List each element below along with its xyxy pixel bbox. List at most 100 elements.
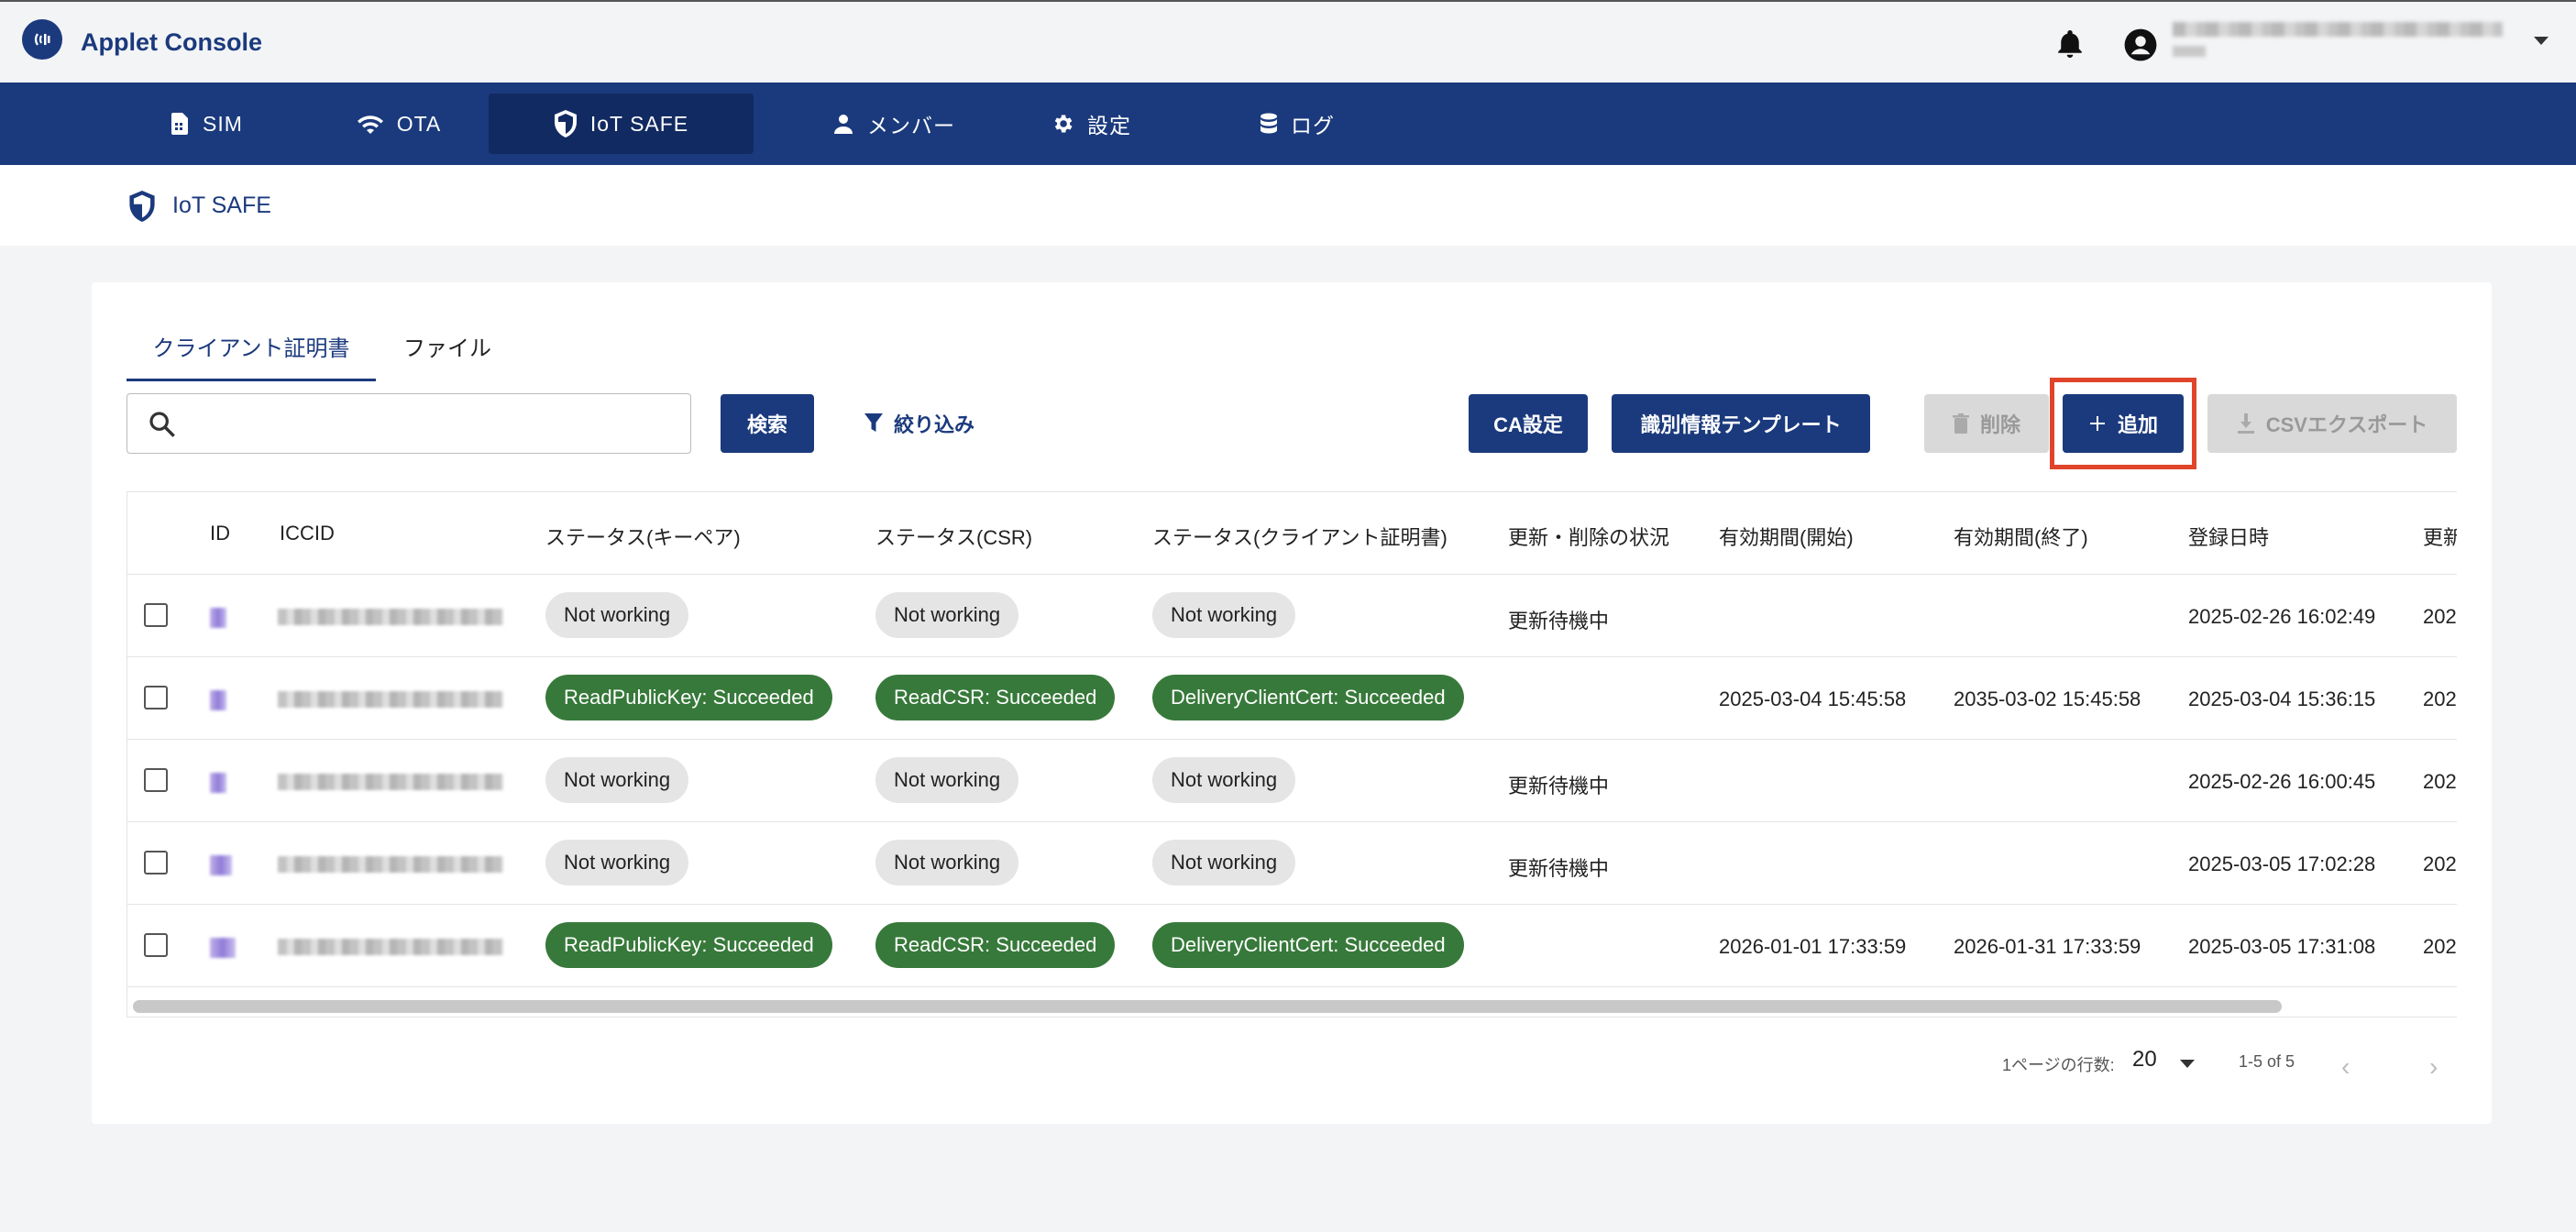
registered-at: 2025-03-05 17:02:28 xyxy=(2188,852,2376,875)
shield-icon xyxy=(554,110,577,138)
table-row[interactable]: Not working Not working Not working 更新待機… xyxy=(127,740,2457,822)
update-status: 更新待機中 xyxy=(1508,857,1610,880)
valid-end: 2026-01-31 17:33:59 xyxy=(1954,935,2141,958)
filter-icon xyxy=(864,413,883,432)
iccid-blurred xyxy=(278,939,503,955)
row-checkbox[interactable] xyxy=(144,768,168,792)
filter-label: 絞り込み xyxy=(893,413,974,436)
chevron-left-icon[interactable]: ‹ xyxy=(2341,1052,2350,1082)
nav-item-logs[interactable]: ログ xyxy=(1238,94,1357,154)
signal-icon xyxy=(34,33,50,46)
wifi-icon xyxy=(357,116,383,134)
chevron-right-icon[interactable]: › xyxy=(2429,1052,2438,1082)
column-header[interactable]: 登録日時 xyxy=(2188,522,2269,551)
column-header[interactable]: 更新・削除の状況 xyxy=(1508,522,1669,551)
table-row[interactable]: ReadPublicKey: Succeeded ReadCSR: Succee… xyxy=(127,905,2457,987)
tab-client-certificates[interactable]: クライアント証明書 xyxy=(127,330,376,381)
user-account-blurred[interactable] xyxy=(2173,22,2503,62)
update-status: 更新待機中 xyxy=(1508,610,1610,632)
bell-icon[interactable] xyxy=(2053,28,2086,60)
rows-per-page-label: 1ページの行数: xyxy=(2002,1056,2115,1074)
valid-start: 2025-03-04 15:45:58 xyxy=(1719,688,1907,710)
column-header[interactable]: ステータス(キーペア) xyxy=(545,522,741,551)
id-blurred xyxy=(210,773,226,793)
search-button[interactable]: 検索 xyxy=(721,394,814,453)
pagination-range: 1-5 of 5 xyxy=(2239,1052,2295,1071)
nav-label: OTA xyxy=(396,111,442,136)
status-cert-chip: Not working xyxy=(1152,592,1296,638)
updated-at: 202 xyxy=(2423,935,2457,958)
table-row[interactable]: Not working Not working Not working 更新待機… xyxy=(127,822,2457,905)
table-row[interactable]: Not working Not working Not working 更新待機… xyxy=(127,575,2457,657)
table-header-row: ID ICCID ステータス(キーペア) ステータス(CSR) ステータス(クラ… xyxy=(127,492,2457,575)
status-cert-chip: Not working xyxy=(1152,757,1296,803)
column-header[interactable]: 更新 xyxy=(2423,522,2457,551)
add-button[interactable]: 追加 xyxy=(2063,394,2184,453)
delete-button[interactable]: 削除 xyxy=(1924,394,2049,453)
row-checkbox[interactable] xyxy=(144,603,168,627)
status-keypair-chip: ReadPublicKey: Succeeded xyxy=(545,922,832,968)
updated-at: 202 xyxy=(2423,605,2457,628)
search-icon xyxy=(149,412,175,437)
column-header[interactable]: ステータス(CSR) xyxy=(875,522,1032,551)
status-keypair-chip: Not working xyxy=(545,592,689,638)
column-header[interactable]: ICCID xyxy=(280,522,335,545)
status-csr-chip: Not working xyxy=(875,592,1019,638)
nav-item-sim[interactable]: SIM xyxy=(138,94,275,154)
csv-export-button[interactable]: CSVエクスポート xyxy=(2207,394,2457,453)
horizontal-scrollbar[interactable] xyxy=(133,1000,2282,1013)
id-blurred xyxy=(210,608,226,628)
search-field[interactable] xyxy=(127,393,691,454)
iccid-blurred xyxy=(278,856,503,873)
id-blurred xyxy=(210,855,232,875)
download-icon xyxy=(2237,413,2254,434)
add-label: 追加 xyxy=(2117,413,2158,436)
trash-icon xyxy=(1952,413,1969,434)
row-checkbox[interactable] xyxy=(144,686,168,710)
update-status: 更新待機中 xyxy=(1508,775,1610,798)
id-template-button[interactable]: 識別情報テンプレート xyxy=(1612,394,1870,453)
tab-files[interactable]: ファイル xyxy=(403,330,491,379)
content-card: クライアント証明書 ファイル 検索 絞り込み CA設定 識別情報テンプレート 削… xyxy=(92,282,2492,1124)
account-circle-icon[interactable] xyxy=(2123,28,2158,62)
column-header[interactable]: 有効期間(開始) xyxy=(1719,522,1854,551)
nav-item-iot-safe[interactable]: IoT SAFE xyxy=(489,94,754,154)
table-row[interactable]: ReadPublicKey: Succeeded ReadCSR: Succee… xyxy=(127,657,2457,740)
rows-per-page-select[interactable]: 20 xyxy=(2132,1047,2157,1072)
chevron-down-icon[interactable] xyxy=(2534,37,2548,45)
nav-item-ota[interactable]: OTA xyxy=(325,94,472,154)
status-csr-chip: ReadCSR: Succeeded xyxy=(875,675,1116,720)
registered-at: 2025-03-05 17:31:08 xyxy=(2188,935,2376,958)
row-checkbox[interactable] xyxy=(144,851,168,874)
nav-label: SIM xyxy=(203,111,243,136)
top-bar: Applet Console xyxy=(0,0,2576,82)
registered-at: 2025-03-04 15:36:15 xyxy=(2188,688,2376,710)
nav-item-settings[interactable]: 設定 xyxy=(1036,94,1146,154)
filter-button[interactable]: 絞り込み xyxy=(842,394,997,453)
status-csr-chip: Not working xyxy=(875,840,1019,886)
registered-at: 2025-02-26 16:00:45 xyxy=(2188,770,2376,793)
chevron-down-icon[interactable] xyxy=(2180,1060,2195,1068)
csv-export-label: CSVエクスポート xyxy=(2265,413,2428,436)
status-cert-chip: Not working xyxy=(1152,840,1296,886)
column-header[interactable]: ステータス(クライアント証明書) xyxy=(1152,522,1448,551)
ca-settings-button[interactable]: CA設定 xyxy=(1469,394,1588,453)
sim-card-icon xyxy=(171,113,189,135)
id-blurred xyxy=(210,690,226,710)
app-logo[interactable] xyxy=(22,19,62,60)
nav-label: IoT SAFE xyxy=(589,111,689,136)
column-header[interactable]: ID xyxy=(210,522,230,545)
column-header[interactable]: 有効期間(終了) xyxy=(1954,522,2088,551)
row-checkbox[interactable] xyxy=(144,933,168,957)
nav-item-members[interactable]: メンバー xyxy=(798,94,990,154)
nav-label: ログ xyxy=(1291,114,1335,138)
status-csr-chip: ReadCSR: Succeeded xyxy=(875,922,1116,968)
status-cert-chip: DeliveryClientCert: Succeeded xyxy=(1152,922,1464,968)
iccid-blurred xyxy=(278,609,503,625)
search-input[interactable] xyxy=(192,403,668,444)
page-title: IoT SAFE xyxy=(172,192,271,218)
shield-icon xyxy=(129,191,155,222)
status-csr-chip: Not working xyxy=(875,757,1019,803)
status-keypair-chip: Not working xyxy=(545,840,689,886)
page-header: IoT SAFE xyxy=(0,165,2576,246)
